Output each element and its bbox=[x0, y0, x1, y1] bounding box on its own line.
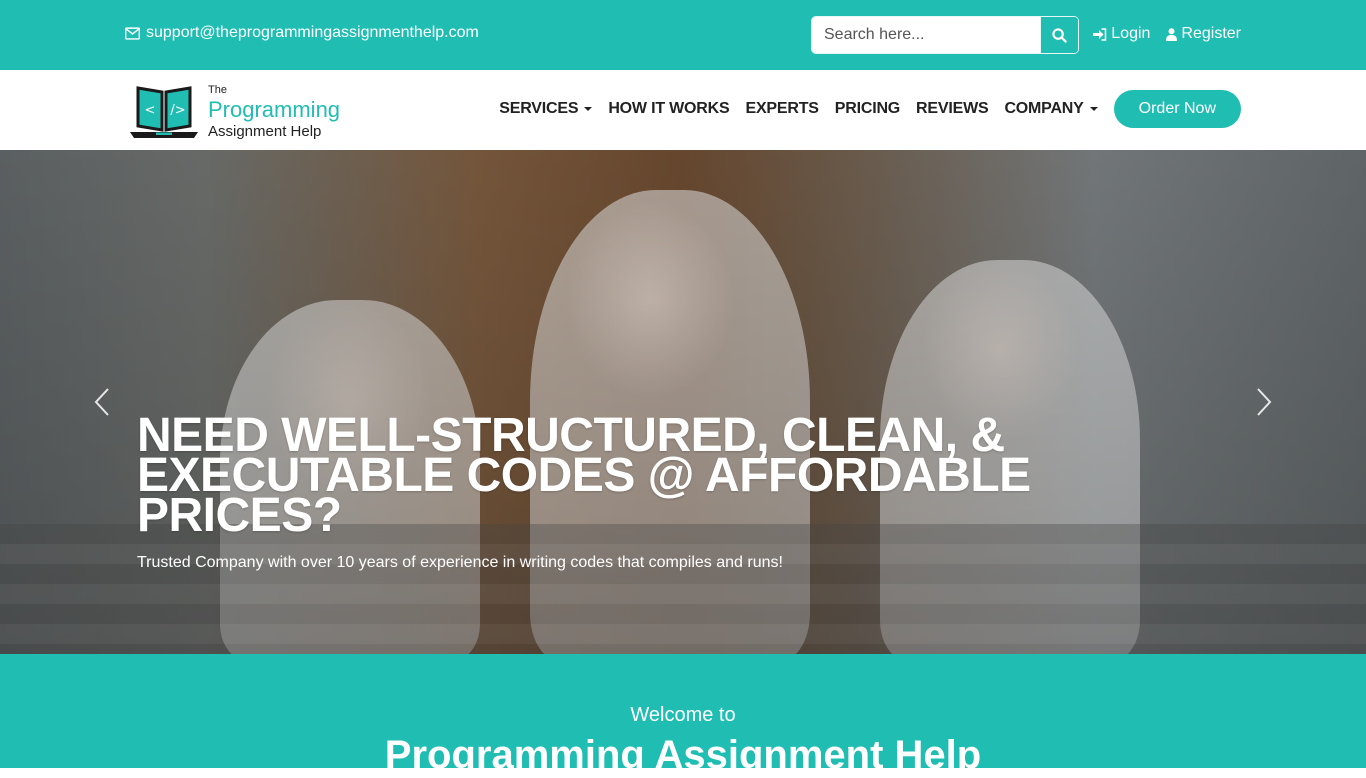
svg-text:/>: /> bbox=[170, 103, 185, 118]
register-link[interactable]: Register bbox=[1166, 25, 1241, 43]
nav-item-label: REVIEWS bbox=[916, 100, 989, 117]
site-logo[interactable]: < /> The Programming Assignment Help bbox=[128, 84, 340, 140]
main-nav: SERVICES HOW IT WORKS EXPERTS PRICING RE… bbox=[491, 90, 1241, 128]
nav-item-experts[interactable]: EXPERTS bbox=[737, 100, 826, 118]
nav-item-label: SERVICES bbox=[499, 100, 579, 117]
hero-caption: Need well-structured, clean, & executabl… bbox=[137, 409, 1237, 572]
hero-subtitle: Trusted Company with over 10 years of ex… bbox=[137, 554, 783, 571]
hero-carousel: Need well-structured, clean, & executabl… bbox=[0, 150, 1366, 654]
hero-overlay bbox=[0, 150, 1366, 654]
caret-down-icon bbox=[584, 107, 593, 111]
nav-item-label: PRICING bbox=[834, 100, 901, 117]
welcome-pretitle: Welcome to bbox=[630, 704, 736, 726]
carousel-prev-button[interactable] bbox=[87, 386, 117, 418]
hero-title: Need well-structured, clean, & executabl… bbox=[137, 409, 1031, 542]
logo-line-2: Programming bbox=[208, 97, 341, 122]
support-email-text: support@theprogrammingassignmenthelp.com bbox=[146, 24, 479, 41]
register-label: Register bbox=[1181, 25, 1241, 42]
nav-item-label: EXPERTS bbox=[745, 100, 819, 117]
nav-item-services[interactable]: SERVICES bbox=[491, 100, 600, 118]
caret-down-icon bbox=[1089, 107, 1098, 111]
support-email-link[interactable]: support@theprogrammingassignmenthelp.com bbox=[125, 24, 479, 42]
welcome-title: Programming Assignment Help bbox=[384, 733, 982, 777]
logo-line-1: The bbox=[208, 84, 227, 96]
search-icon bbox=[1052, 27, 1067, 43]
svg-text:<: < bbox=[145, 103, 156, 118]
user-icon bbox=[1166, 27, 1178, 41]
nav-item-label: HOW IT WORKS bbox=[608, 100, 730, 117]
main-navbar: < /> The Programming Assignment Help SER… bbox=[0, 70, 1366, 150]
laptop-code-icon: < /> bbox=[130, 86, 198, 138]
envelope-icon bbox=[125, 26, 140, 40]
nav-item-how-it-works[interactable]: HOW IT WORKS bbox=[600, 100, 737, 118]
login-label: Login bbox=[1111, 25, 1151, 42]
auth-links: Login Register bbox=[1093, 25, 1241, 43]
search-input[interactable] bbox=[812, 17, 1040, 53]
nav-item-reviews[interactable]: REVIEWS bbox=[908, 100, 996, 118]
sign-in-icon bbox=[1093, 27, 1107, 41]
order-now-button[interactable]: Order Now bbox=[1113, 90, 1241, 128]
nav-item-label: COMPANY bbox=[1004, 100, 1084, 117]
carousel-next-button[interactable] bbox=[1249, 386, 1279, 418]
logo-line-3: Assignment Help bbox=[208, 123, 322, 140]
logo-text: The Programming Assignment Help bbox=[208, 84, 341, 140]
nav-item-pricing[interactable]: PRICING bbox=[827, 100, 908, 118]
search-form bbox=[811, 16, 1079, 54]
chevron-left-icon bbox=[94, 388, 109, 416]
login-link[interactable]: Login bbox=[1093, 25, 1150, 43]
welcome-section: Welcome to Programming Assignment Help bbox=[0, 654, 1366, 777]
search-button[interactable] bbox=[1040, 17, 1078, 53]
chevron-right-icon bbox=[1257, 388, 1272, 416]
nav-item-company[interactable]: COMPANY bbox=[996, 100, 1105, 118]
top-bar: support@theprogrammingassignmenthelp.com… bbox=[0, 0, 1366, 70]
